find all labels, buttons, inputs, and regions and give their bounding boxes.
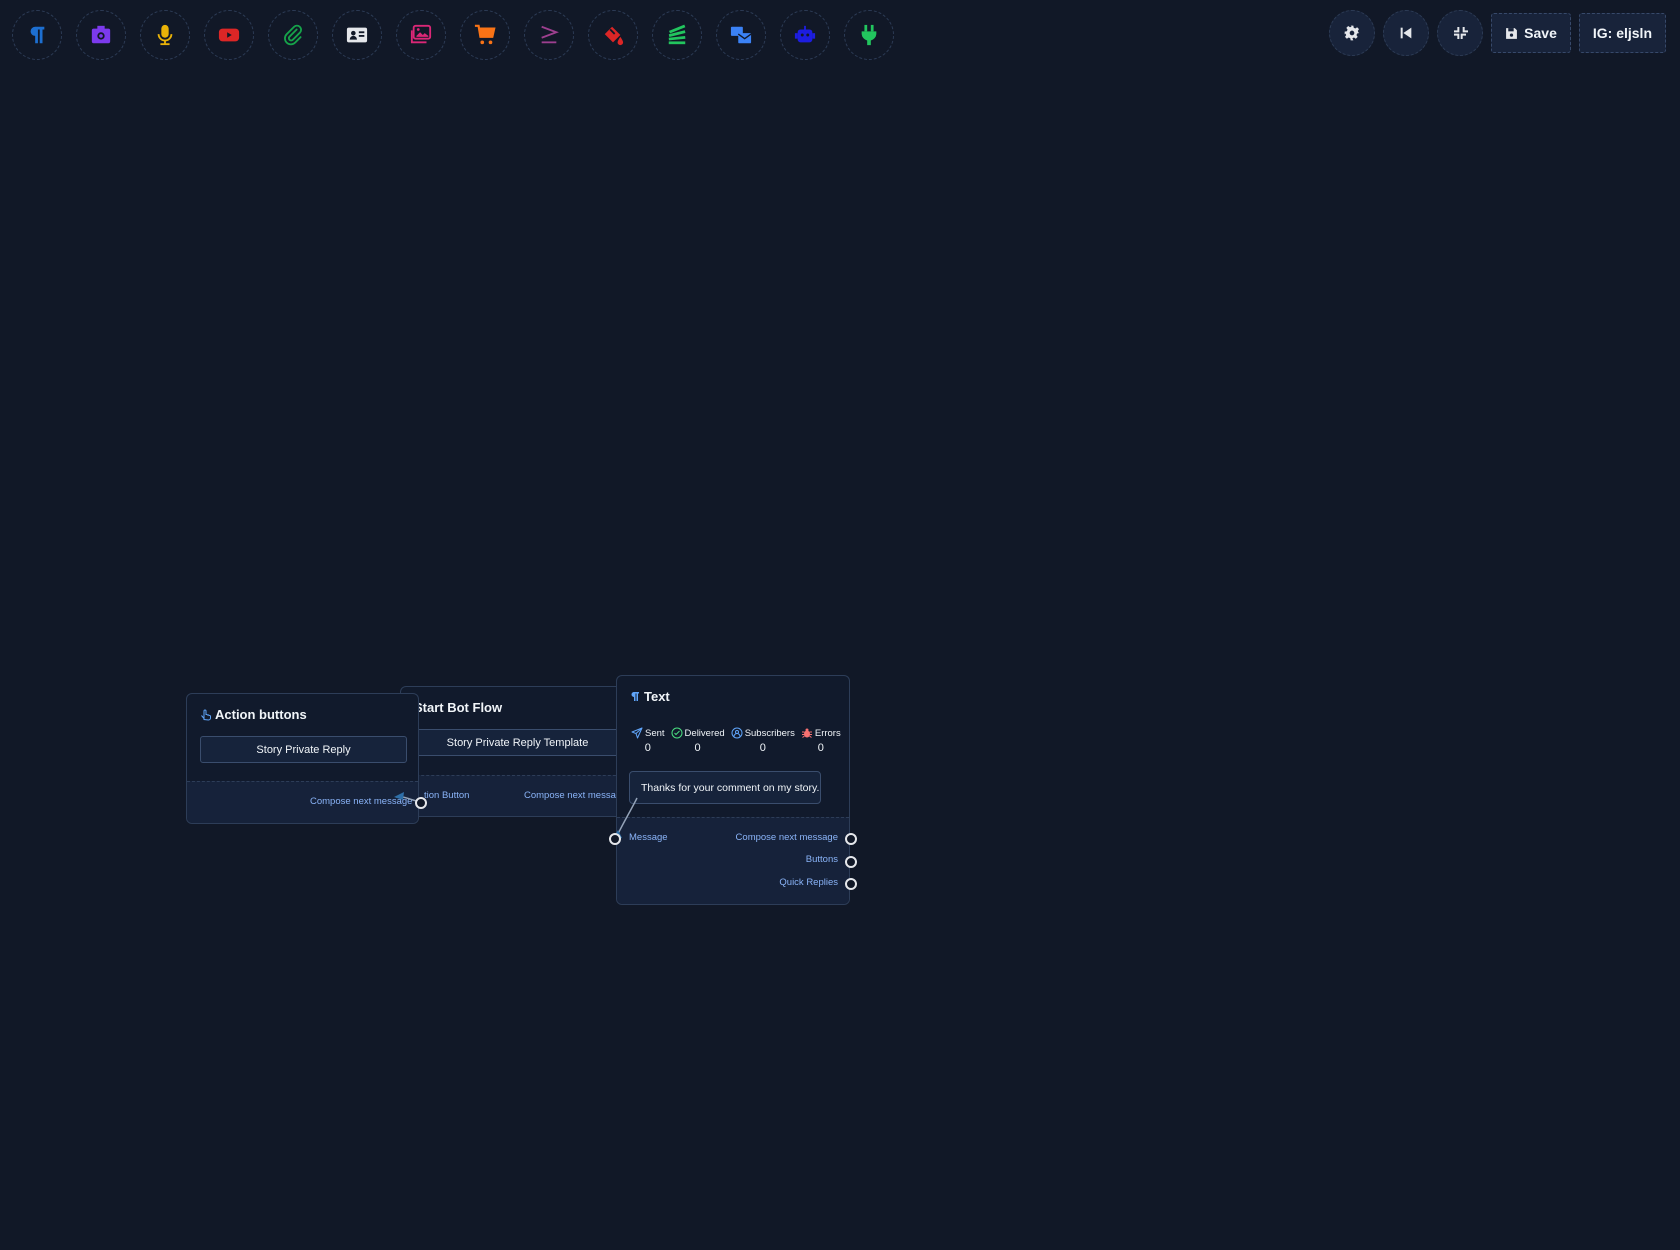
shopping-cart-icon <box>474 24 496 45</box>
ecommerce-tool[interactable] <box>460 10 510 60</box>
file-tool[interactable] <box>268 10 318 60</box>
template-field[interactable]: Story Private Reply Template <box>415 729 620 756</box>
microphone-icon <box>157 24 173 46</box>
node-footer: Compose next message <box>187 781 418 823</box>
email-tool[interactable] <box>716 10 766 60</box>
paper-plane-icon <box>631 727 643 739</box>
message-text-box[interactable]: Thanks for your comment on my story. <box>629 771 821 804</box>
button-label: Story Private Reply <box>256 743 351 756</box>
id-card-icon <box>346 27 368 43</box>
connection-wires <box>394 792 638 841</box>
condition-tool[interactable] <box>524 10 574 60</box>
text-node[interactable]: Text Sent 0 Delivered 0 Subscribers 0 Er… <box>616 675 850 905</box>
paragraph-tool[interactable] <box>12 10 62 60</box>
node-title-text: Action buttons <box>215 707 307 722</box>
compress-icon <box>1454 27 1469 39</box>
action-buttons-node[interactable]: Action buttons Story Private Reply Compo… <box>186 693 419 824</box>
stat-subscribers: Subscribers 0 <box>731 727 795 754</box>
stat-value: 0 <box>644 742 651 754</box>
bot-tool[interactable] <box>780 10 830 60</box>
text-input-port[interactable] <box>609 833 621 845</box>
stat-value: 0 <box>759 742 766 754</box>
restart-button[interactable] <box>1383 10 1430 56</box>
template-label: Story Private Reply Template <box>446 736 589 749</box>
stat-label-text: Sent <box>645 727 665 739</box>
output-compose-label: Compose next message <box>735 832 838 843</box>
node-title: Start Bot Flow <box>414 700 502 715</box>
node-footer: Message Compose next message Buttons Qui… <box>617 817 849 904</box>
input-port-label: tion Button <box>424 790 470 801</box>
stat-delivered: Delivered 0 <box>671 727 725 754</box>
greater-equal-icon <box>541 25 559 44</box>
layers-icon <box>668 24 686 45</box>
paperclip-icon <box>284 24 302 46</box>
start-bot-flow-node[interactable]: Start Bot Flow Story Private Reply Templ… <box>400 686 632 817</box>
check-circle-icon <box>671 727 683 739</box>
action-tool[interactable] <box>588 10 638 60</box>
card-tool[interactable] <box>332 10 382 60</box>
floppy-disk-icon <box>1506 27 1518 39</box>
bug-icon <box>801 728 812 738</box>
account-label: IG: eljsln <box>1592 25 1652 41</box>
stat-errors: Errors 0 <box>801 727 841 754</box>
stat-value: 0 <box>694 742 701 754</box>
images-icon <box>410 24 432 44</box>
node-title: Action buttons <box>200 707 307 722</box>
save-button[interactable]: Save <box>1491 13 1571 53</box>
mail-bulk-icon <box>730 26 752 44</box>
hand-pointer-icon <box>201 709 211 721</box>
backward-step-icon <box>1400 27 1412 39</box>
node-title-text: Text <box>644 689 670 704</box>
top-right-controls: Save IG: eljsln <box>1329 10 1666 56</box>
user-circle-icon <box>731 727 743 739</box>
element-toolbar <box>12 10 908 60</box>
output-port-label: Compose next message <box>310 796 413 807</box>
sequence-tool[interactable] <box>652 10 702 60</box>
robot-icon <box>794 25 816 43</box>
youtube-icon <box>218 28 240 42</box>
video-tool[interactable] <box>204 10 254 60</box>
image-tool[interactable] <box>76 10 126 60</box>
text-quick-replies-output-port[interactable] <box>845 878 857 890</box>
stat-label-text: Errors <box>814 727 841 739</box>
text-buttons-output-port[interactable] <box>845 856 857 868</box>
account-button[interactable]: IG: eljsln <box>1578 13 1666 53</box>
input-port-label: Message <box>629 832 668 843</box>
gear-icon <box>1344 25 1360 41</box>
fit-view-button[interactable] <box>1437 10 1484 56</box>
node-footer: tion Button Compose next messag <box>401 775 631 816</box>
stats-row: Sent 0 Delivered 0 Subscribers 0 Errors … <box>631 727 847 754</box>
output-port-label: Compose next messag <box>524 790 622 801</box>
stat-sent: Sent 0 <box>631 727 665 754</box>
integration-tool[interactable] <box>844 10 894 60</box>
node-title-text: Start Bot Flow <box>414 700 503 715</box>
story-private-reply-button[interactable]: Story Private Reply <box>200 736 407 763</box>
stat-value: 0 <box>817 742 824 754</box>
plug-icon <box>861 24 877 46</box>
image-icon <box>91 25 111 44</box>
settings-button[interactable] <box>1329 10 1376 56</box>
stat-label-text: Subscribers <box>744 727 795 739</box>
output-buttons-label: Buttons <box>805 854 838 865</box>
paragraph-icon <box>30 26 45 44</box>
paragraph-icon <box>631 692 639 701</box>
message-text: Thanks for your comment on my story. <box>641 781 820 794</box>
audio-tool[interactable] <box>140 10 190 60</box>
action-buttons-output-port[interactable] <box>415 797 427 809</box>
save-label: Save <box>1524 25 1557 41</box>
carousel-tool[interactable] <box>396 10 446 60</box>
stat-label-text: Delivered <box>684 727 725 739</box>
fill-drip-icon <box>604 26 624 46</box>
output-quick-replies-label: Quick Replies <box>779 877 838 888</box>
text-compose-output-port[interactable] <box>845 833 857 845</box>
node-title: Text <box>629 689 670 704</box>
